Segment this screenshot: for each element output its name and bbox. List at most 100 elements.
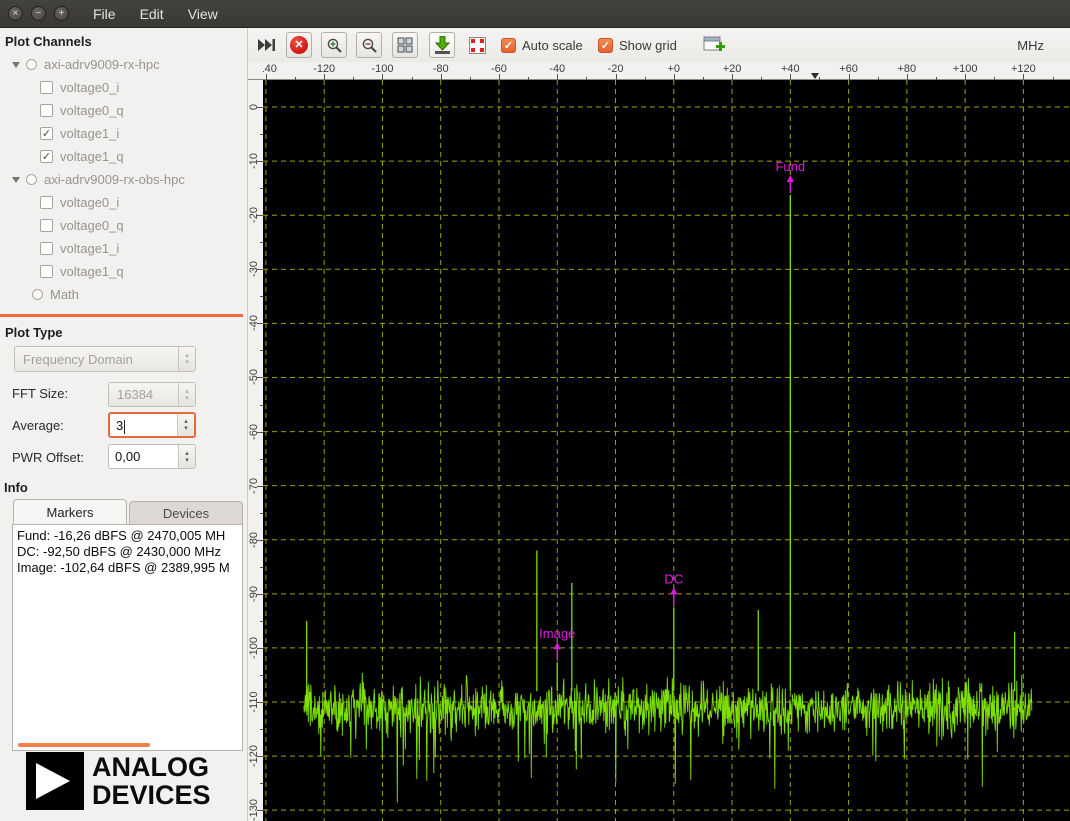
tree-item-label: voltage1_q — [60, 264, 124, 279]
text-caret — [124, 420, 125, 434]
tree-item-row[interactable]: voltage1_q — [0, 260, 247, 283]
pwr-offset-spinbox[interactable]: 0,00 ▴▾ — [108, 444, 196, 469]
zoom-in-icon — [326, 37, 343, 54]
plot-type-title: Plot Type — [0, 319, 247, 344]
plot-marker-label: DC — [664, 571, 683, 586]
tree-item-label: voltage1_i — [60, 241, 119, 256]
zoom-fit-icon — [397, 37, 413, 53]
autoscale-checkbox[interactable]: ✓ Auto scale — [501, 32, 583, 58]
tree-item-row[interactable]: ✓ voltage1_q — [0, 145, 247, 168]
tree-item-row[interactable]: ✓ voltage1_i — [0, 122, 247, 145]
fft-size-combo[interactable]: 16384 ▴▾ — [108, 382, 196, 407]
tree-item-row[interactable]: voltage0_q — [0, 99, 247, 122]
zoom-fit-button[interactable] — [392, 32, 418, 58]
adi-triangle-logo-icon — [26, 752, 84, 810]
tree-item-row[interactable]: voltage0_i — [0, 191, 247, 214]
combo-arrows-icon: ▴▾ — [178, 383, 195, 406]
marker-arrow-head-icon — [554, 642, 561, 649]
average-value: 3 — [110, 414, 123, 433]
tree-item-label: voltage0_q — [60, 218, 124, 233]
y-axis-ruler: 0-10-20-30-40-50-60-70-80-90-100-110-120… — [248, 80, 263, 821]
window-close-button[interactable]: × — [8, 6, 23, 21]
plot-type-combo[interactable]: Frequency Domain ▴▾ — [14, 346, 196, 372]
spin-arrows-icon[interactable]: ▴▾ — [178, 445, 195, 468]
marker-readout-panel[interactable]: Fund: -16,26 dBFS @ 2470,005 MHDC: -92,5… — [12, 524, 243, 751]
play-to-end-icon — [258, 39, 276, 51]
sidebar: Plot Channels axi-adrv9009-rx-hpcvoltage… — [0, 28, 248, 821]
plot-toolbar: ✕ — [248, 28, 1070, 62]
menu-edit[interactable]: Edit — [140, 6, 164, 22]
tree-item-row[interactable]: voltage0_q — [0, 214, 247, 237]
autoscale-label: Auto scale — [522, 38, 583, 53]
tree-item-row[interactable]: voltage0_i — [0, 76, 247, 99]
average-spinbox[interactable]: 3 ▴▾ — [108, 412, 196, 438]
marker-readout-line: Image: -102,64 dBFS @ 2389,995 M — [17, 560, 240, 576]
stop-button[interactable]: ✕ — [286, 32, 312, 58]
info-tabs: Markers Devices — [13, 499, 243, 524]
fullscreen-icon — [468, 36, 487, 55]
tree-item-label: voltage0_i — [60, 80, 119, 95]
channel-checkbox[interactable] — [40, 81, 53, 94]
titlebar: × − + File Edit View — [0, 0, 1070, 28]
stop-x-icon: ✕ — [290, 36, 308, 54]
channel-checkbox[interactable] — [40, 242, 53, 255]
combo-arrows-icon: ▴▾ — [178, 347, 195, 371]
channel-checkbox[interactable]: ✓ — [40, 150, 53, 163]
tree-device-row[interactable]: axi-adrv9009-rx-hpc — [0, 53, 247, 76]
save-button[interactable] — [429, 32, 455, 58]
capture-button[interactable] — [255, 32, 279, 58]
plot-marker-label: Image — [539, 626, 575, 641]
expander-icon[interactable] — [12, 62, 20, 68]
tree-item-label: voltage1_q — [60, 149, 124, 164]
fft-size-label: FFT Size: — [12, 386, 68, 401]
menu-view[interactable]: View — [188, 6, 218, 22]
device-radio[interactable] — [26, 174, 37, 185]
zoom-out-icon — [361, 37, 378, 54]
showgrid-label: Show grid — [619, 38, 677, 53]
tab-markers[interactable]: Markers — [13, 499, 127, 524]
channel-checkbox[interactable] — [40, 265, 53, 278]
save-arrow-icon — [434, 36, 451, 54]
pwr-offset-label: PWR Offset: — [12, 450, 84, 465]
checkbox-check-icon: ✓ — [598, 38, 613, 53]
zoom-in-button[interactable] — [321, 32, 347, 58]
expander-icon[interactable] — [12, 177, 20, 183]
tab-devices[interactable]: Devices — [129, 501, 243, 524]
fullscreen-button[interactable] — [464, 32, 490, 58]
iio-oscilloscope-window: × − + File Edit View Plot Channels axi-a… — [0, 0, 1070, 821]
channel-checkbox[interactable] — [40, 219, 53, 232]
new-plot-button[interactable] — [700, 32, 728, 58]
tree-item-label: Math — [50, 287, 79, 302]
tree-item-label: axi-adrv9009-rx-hpc — [44, 57, 160, 72]
tree-item-row[interactable]: Math — [0, 283, 247, 306]
horizontal-scrollbar[interactable] — [18, 743, 150, 747]
math-radio[interactable] — [32, 289, 43, 300]
checkbox-check-icon: ✓ — [501, 38, 516, 53]
spectrum-plot-area[interactable]: Fund DC Image — [263, 80, 1070, 821]
plot-type-value: Frequency Domain — [15, 347, 195, 367]
channel-checkbox[interactable] — [40, 196, 53, 209]
spin-arrows-icon[interactable]: ▴▾ — [177, 414, 194, 436]
tree-item-row[interactable]: voltage1_i — [0, 237, 247, 260]
zoom-out-button[interactable] — [356, 32, 382, 58]
showgrid-checkbox[interactable]: ✓ Show grid — [598, 32, 677, 58]
spectrum-trace — [304, 673, 1032, 803]
logo-text-line2: DEVICES — [92, 781, 211, 809]
window-minimize-button[interactable]: − — [31, 6, 46, 21]
menu-file[interactable]: File — [93, 6, 116, 22]
average-label: Average: — [12, 418, 64, 433]
window-maximize-button[interactable]: + — [54, 6, 69, 21]
plot-marker-label: Fund — [775, 159, 805, 174]
y-axis-tick-label: -130 — [248, 790, 260, 821]
x-axis-ruler: -140-120-100-80-60-40-20+0+20+40+60+80+1… — [248, 62, 1070, 80]
channel-checkbox[interactable] — [40, 104, 53, 117]
device-radio[interactable] — [26, 59, 37, 70]
axis-unit-label: MHz — [1017, 38, 1044, 53]
channel-checkbox[interactable]: ✓ — [40, 127, 53, 140]
tree-item-label: voltage1_i — [60, 126, 119, 141]
tree-device-row[interactable]: axi-adrv9009-rx-obs-hpc — [0, 168, 247, 191]
new-plot-icon — [703, 36, 725, 55]
pwr-offset-value: 0,00 — [109, 445, 140, 464]
channel-tree: axi-adrv9009-rx-hpcvoltage0_ivoltage0_q✓… — [0, 53, 247, 306]
marker-arrow-head-icon — [787, 175, 794, 182]
